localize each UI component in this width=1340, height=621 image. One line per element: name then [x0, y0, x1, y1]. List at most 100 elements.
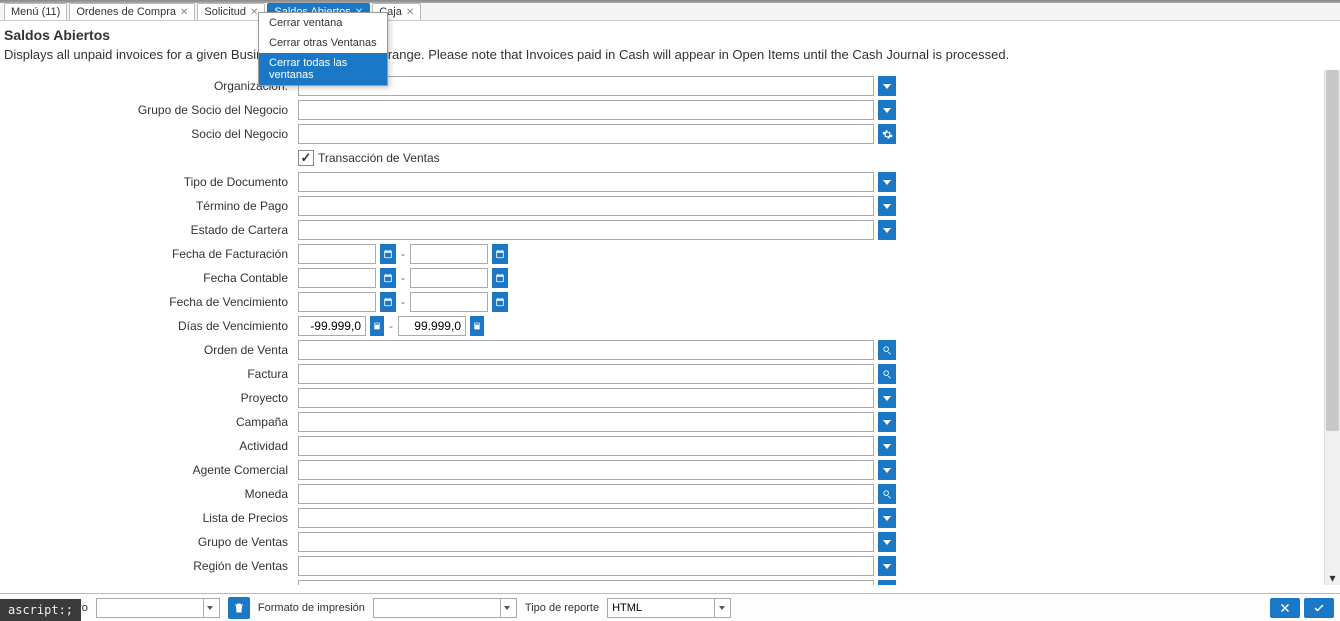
label-grupo-socio: Grupo de Socio del Negocio: [8, 103, 298, 117]
calendar-icon[interactable]: [380, 268, 396, 288]
input-dias-vencimiento-from[interactable]: [298, 316, 366, 336]
label-fecha-vencimiento: Fecha de Vencimiento: [8, 295, 298, 309]
tab-context-menu: Cerrar ventana Cerrar otras Ventanas Cer…: [258, 12, 388, 86]
label-agente-comercial: Agente Comercial: [8, 463, 298, 477]
select-parametro[interactable]: [97, 599, 203, 617]
calendar-icon[interactable]: [492, 268, 508, 288]
label-campana: Campaña: [8, 415, 298, 429]
gear-icon[interactable]: [878, 124, 896, 144]
label-tipo-documento: Tipo de Documento: [8, 175, 298, 189]
input-moneda[interactable]: [298, 484, 874, 504]
page-description: Displays all unpaid invoices for a given…: [0, 47, 1340, 68]
chevron-down-icon[interactable]: [203, 599, 217, 617]
input-orden-venta[interactable]: [298, 340, 874, 360]
input-dias-vencimiento-to[interactable]: [398, 316, 466, 336]
calendar-icon[interactable]: [492, 292, 508, 312]
label-proyecto: Proyecto: [8, 391, 298, 405]
input-tipo-cuenta[interactable]: [298, 580, 874, 585]
input-fecha-contable-from[interactable]: [298, 268, 376, 288]
close-icon[interactable]: ✕: [180, 7, 188, 18]
input-grupo-socio[interactable]: [298, 100, 874, 120]
input-estado-cartera[interactable]: [298, 220, 874, 240]
input-agente-comercial[interactable]: [298, 460, 874, 480]
tab-menu[interactable]: Menú (11): [4, 3, 67, 20]
label-termino-pago: Término de Pago: [8, 199, 298, 213]
label-grupo-ventas: Grupo de Ventas: [8, 535, 298, 549]
label-moneda: Moneda: [8, 487, 298, 501]
input-tipo-documento[interactable]: [298, 172, 874, 192]
label-tipo-cuenta: Tipo de Cuenta: [8, 583, 298, 585]
lookup-icon[interactable]: [878, 364, 896, 384]
dropdown-icon[interactable]: [878, 172, 896, 192]
label-estado-cartera: Estado de Cartera: [8, 223, 298, 237]
checkbox-label: Transacción de Ventas: [318, 151, 440, 165]
dropdown-icon[interactable]: [878, 100, 896, 120]
menu-close-window[interactable]: Cerrar ventana: [259, 13, 387, 33]
label-actividad: Actividad: [8, 439, 298, 453]
input-region-ventas[interactable]: [298, 556, 874, 576]
input-fecha-contable-to[interactable]: [410, 268, 488, 288]
delete-button[interactable]: [228, 597, 250, 619]
select-formato-impresion[interactable]: [374, 599, 500, 617]
range-separator: -: [400, 295, 406, 309]
label-tipo-reporte: Tipo de reporte: [525, 602, 599, 614]
tab-row: Menú (11) Ordenes de Compra✕ Solicitud✕ …: [0, 3, 1340, 21]
calculator-icon[interactable]: [470, 316, 484, 336]
page-title: Saldos Abiertos: [0, 21, 1340, 47]
dropdown-icon[interactable]: [878, 460, 896, 480]
cancel-button[interactable]: [1270, 598, 1300, 618]
range-separator: -: [388, 319, 394, 333]
label-factura: Factura: [8, 367, 298, 381]
input-proyecto[interactable]: [298, 388, 874, 408]
input-fecha-vencimiento-to[interactable]: [410, 292, 488, 312]
tab-ordenes[interactable]: Ordenes de Compra✕: [69, 3, 195, 20]
chevron-down-icon[interactable]: [714, 599, 728, 617]
scroll-down-icon[interactable]: ▾: [1325, 571, 1340, 585]
input-actividad[interactable]: [298, 436, 874, 456]
dropdown-icon[interactable]: [878, 196, 896, 216]
calendar-icon[interactable]: [380, 292, 396, 312]
input-fecha-vencimiento-from[interactable]: [298, 292, 376, 312]
dropdown-icon[interactable]: [878, 436, 896, 456]
dropdown-icon[interactable]: [878, 76, 896, 96]
input-campana[interactable]: [298, 412, 874, 432]
range-separator: -: [400, 247, 406, 261]
scrollbar[interactable]: ▴ ▾: [1324, 70, 1340, 585]
range-separator: -: [400, 271, 406, 285]
select-tipo-reporte[interactable]: [608, 599, 714, 617]
status-js-link: ascript:;: [0, 599, 81, 621]
dropdown-icon[interactable]: [878, 580, 896, 585]
calculator-icon[interactable]: [370, 316, 384, 336]
dropdown-icon[interactable]: [878, 220, 896, 240]
input-lista-precios[interactable]: [298, 508, 874, 528]
tab-solicitud[interactable]: Solicitud✕: [197, 3, 265, 20]
close-icon[interactable]: ✕: [406, 7, 414, 18]
label-lista-precios: Lista de Precios: [8, 511, 298, 525]
menu-close-all[interactable]: Cerrar todas las ventanas: [259, 53, 387, 85]
label-formato-impresion: Formato de impresión: [258, 602, 365, 614]
dropdown-icon[interactable]: [878, 556, 896, 576]
dropdown-icon[interactable]: [878, 508, 896, 528]
input-factura[interactable]: [298, 364, 874, 384]
lookup-icon[interactable]: [878, 484, 896, 504]
menu-close-other[interactable]: Cerrar otras Ventanas: [259, 33, 387, 53]
checkbox-transaccion-ventas[interactable]: [298, 150, 314, 166]
dropdown-icon[interactable]: [878, 532, 896, 552]
input-fecha-facturacion-from[interactable]: [298, 244, 376, 264]
input-termino-pago[interactable]: [298, 196, 874, 216]
chevron-down-icon[interactable]: [500, 599, 514, 617]
ok-button[interactable]: [1304, 598, 1334, 618]
dropdown-icon[interactable]: [878, 388, 896, 408]
input-fecha-facturacion-to[interactable]: [410, 244, 488, 264]
label-socio: Socio del Negocio: [8, 127, 298, 141]
label-organizacion: Organización.: [8, 79, 298, 93]
dropdown-icon[interactable]: [878, 412, 896, 432]
label-region-ventas: Región de Ventas: [8, 559, 298, 573]
input-grupo-ventas[interactable]: [298, 532, 874, 552]
label-fecha-facturacion: Fecha de Facturación: [8, 247, 298, 261]
lookup-icon[interactable]: [878, 340, 896, 360]
calendar-icon[interactable]: [492, 244, 508, 264]
scroll-thumb[interactable]: [1326, 70, 1339, 431]
calendar-icon[interactable]: [380, 244, 396, 264]
input-socio[interactable]: [298, 124, 874, 144]
